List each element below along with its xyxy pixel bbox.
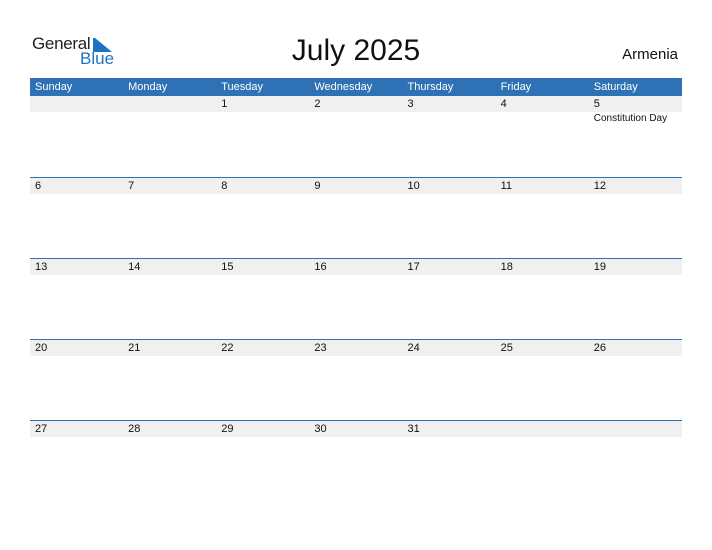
day-number-strip: 27 28 29 30 31 <box>30 421 682 437</box>
day-event <box>403 437 496 438</box>
day-event <box>30 356 123 357</box>
day-number-strip: 12345 <box>30 96 682 112</box>
day-number[interactable]: 26 <box>589 340 682 356</box>
day-number-strip: 20 21 22 23 24 25 26 <box>30 340 682 356</box>
week-row: 6 7 8 9 10 11 12 <box>30 177 682 258</box>
day-event <box>309 112 402 124</box>
day-number[interactable]: 1 <box>216 96 309 112</box>
day-number[interactable]: 16 <box>309 259 402 275</box>
day-event <box>589 275 682 276</box>
events-row <box>30 275 682 276</box>
page-title: July 2025 <box>291 34 421 67</box>
week-row: 27 28 29 30 31 <box>30 420 682 501</box>
day-event <box>216 194 309 195</box>
day-number[interactable]: 14 <box>123 259 216 275</box>
weekday-wednesday: Wednesday <box>314 81 373 93</box>
day-number[interactable]: 5 <box>589 96 682 112</box>
day-number <box>30 96 123 112</box>
day-number[interactable]: 18 <box>496 259 589 275</box>
weekday-monday: Monday <box>128 81 168 93</box>
day-event <box>496 437 589 438</box>
weekday-sunday: Sunday <box>35 81 73 93</box>
day-event <box>30 194 123 195</box>
day-event <box>403 194 496 195</box>
day-number[interactable]: 30 <box>309 421 402 437</box>
country-label: Armenia <box>622 46 678 63</box>
day-event <box>589 356 682 357</box>
events-row: Constitution Day <box>30 112 682 124</box>
day-number[interactable]: 31 <box>403 421 496 437</box>
weekday-thursday: Thursday <box>407 81 454 93</box>
day-number[interactable]: 20 <box>30 340 123 356</box>
day-number-strip: 6 7 8 9 10 11 12 <box>30 178 682 194</box>
day-number-strip: 13 14 15 16 17 18 19 <box>30 259 682 275</box>
week-row: 1 2 3 4 5 Constitution Day <box>30 96 682 177</box>
day-event <box>496 112 589 124</box>
day-number[interactable]: 3 <box>403 96 496 112</box>
day-number[interactable]: 12 <box>589 178 682 194</box>
day-event <box>216 356 309 357</box>
day-event <box>589 437 682 438</box>
calendar-grid: Sunday Monday Tuesday Wednesday Thursday Frid… <box>30 78 682 501</box>
events-row <box>30 437 682 438</box>
day-event <box>496 194 589 195</box>
events-row <box>30 194 682 195</box>
day-number <box>123 96 216 112</box>
day-number[interactable]: 17 <box>403 259 496 275</box>
day-event <box>403 356 496 357</box>
day-number[interactable]: 6 <box>30 178 123 194</box>
day-event: Constitution Day <box>593 113 668 124</box>
day-number[interactable]: 25 <box>496 340 589 356</box>
day-number[interactable]: 27 <box>30 421 123 437</box>
day-event <box>216 112 309 124</box>
day-number[interactable]: 2 <box>309 96 402 112</box>
weekday-friday: Friday <box>500 81 532 93</box>
day-number[interactable]: 10 <box>403 178 496 194</box>
day-event <box>123 437 216 438</box>
day-event <box>496 356 589 357</box>
day-number[interactable]: 11 <box>496 178 589 194</box>
events-row <box>30 356 682 357</box>
day-event <box>30 112 123 124</box>
day-number[interactable]: 8 <box>216 178 309 194</box>
day-number[interactable]: 24 <box>403 340 496 356</box>
day-event <box>123 112 216 124</box>
day-event <box>309 356 402 357</box>
day-number[interactable]: 28 <box>123 421 216 437</box>
weekday-saturday: Saturday <box>593 81 638 93</box>
day-number[interactable]: 9 <box>309 178 402 194</box>
week-row: 13 14 15 16 17 18 19 <box>30 258 682 339</box>
day-number[interactable]: 13 <box>30 259 123 275</box>
day-event <box>589 194 682 195</box>
day-number[interactable]: 15 <box>216 259 309 275</box>
day-event <box>30 437 123 438</box>
week-row: 20 21 22 23 24 25 26 <box>30 339 682 420</box>
day-number[interactable]: 7 <box>123 178 216 194</box>
day-event <box>123 275 216 276</box>
day-number[interactable]: 29 <box>216 421 309 437</box>
day-event <box>216 275 309 276</box>
day-number <box>496 421 589 437</box>
day-event <box>216 437 309 438</box>
weekday-tuesday: Tuesday <box>221 81 264 93</box>
day-event <box>30 275 123 276</box>
day-number[interactable]: 4 <box>496 96 589 112</box>
day-number[interactable]: 21 <box>123 340 216 356</box>
day-number[interactable]: 23 <box>309 340 402 356</box>
day-event <box>496 275 589 276</box>
day-event <box>123 194 216 195</box>
day-number[interactable]: 19 <box>589 259 682 275</box>
day-event <box>123 356 216 357</box>
day-event <box>309 275 402 276</box>
day-event <box>403 275 496 276</box>
day-event <box>309 437 402 438</box>
day-event <box>403 112 496 124</box>
day-event <box>309 194 402 195</box>
weekday-header: Sunday Monday Tuesday Wednesday Thursday Frid… <box>30 78 682 96</box>
day-number <box>589 421 682 437</box>
day-number[interactable]: 22 <box>216 340 309 356</box>
